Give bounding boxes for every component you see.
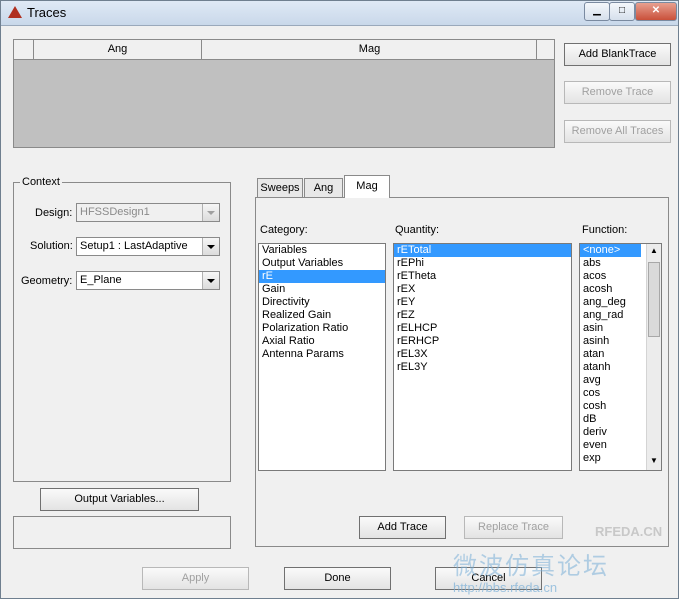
traces-table-header: Ang Mag — [14, 40, 554, 60]
scroll-up-icon[interactable]: ▲ — [647, 246, 661, 258]
function-item[interactable]: asin — [580, 322, 641, 335]
function-item[interactable]: exp — [580, 452, 641, 465]
solution-label: Solution: — [30, 240, 73, 252]
geometry-dropdown[interactable]: E_Plane — [76, 271, 220, 290]
solution-value: Setup1 : LastAdaptive — [80, 240, 188, 252]
category-item[interactable]: rE — [259, 270, 385, 283]
design-dropdown[interactable]: HFSSDesign1 — [76, 203, 220, 222]
quantity-item[interactable]: rEPhi — [394, 257, 571, 270]
watermark-url: http://bbs.rfeda.cn — [453, 580, 558, 595]
function-item[interactable]: ang_rad — [580, 309, 641, 322]
done-button[interactable]: Done — [284, 567, 391, 590]
window-title: Traces — [27, 5, 67, 20]
geometry-label: Geometry: — [21, 275, 73, 287]
quantity-item[interactable]: rETotal — [394, 244, 571, 257]
quantity-item[interactable]: rELHCP — [394, 322, 571, 335]
category-label: Category: — [260, 224, 308, 236]
category-item[interactable]: Axial Ratio — [259, 335, 385, 348]
function-scrollbar[interactable]: ▲ ▼ — [646, 244, 661, 470]
category-item[interactable]: Directivity — [259, 296, 385, 309]
context-group — [13, 182, 231, 482]
tab-sweeps[interactable]: Sweeps — [257, 178, 303, 197]
traces-window: Traces ▁ □ ✕ Ang Mag Add BlankTrace Remo… — [0, 0, 679, 599]
maximize-icon[interactable]: □ — [609, 2, 635, 21]
tab-mag[interactable]: Mag — [344, 175, 390, 198]
category-item[interactable]: Antenna Params — [259, 348, 385, 361]
quantity-item[interactable]: rEY — [394, 296, 571, 309]
function-list[interactable]: <none> abs acos acosh ang_deg ang_rad asin asin… — [579, 243, 662, 471]
column-header-ang[interactable]: Ang — [34, 40, 202, 59]
design-value: HFSSDesign1 — [80, 206, 150, 218]
quantity-list[interactable]: rETotal rEPhi rETheta rEX rEY rEZ rELHCP rERHCP… — [393, 243, 572, 471]
solution-dropdown[interactable]: Setup1 : LastAdaptive — [76, 237, 220, 256]
function-item[interactable]: atan — [580, 348, 641, 361]
tab-ang[interactable]: Ang — [304, 178, 343, 197]
function-item[interactable]: dB — [580, 413, 641, 426]
quantity-item[interactable]: rEL3Y — [394, 361, 571, 374]
function-item[interactable]: avg — [580, 374, 641, 387]
quantity-item[interactable]: rETheta — [394, 270, 571, 283]
category-item[interactable]: Polarization Ratio — [259, 322, 385, 335]
quantity-item[interactable]: rEX — [394, 283, 571, 296]
quantity-item[interactable]: rERHCP — [394, 335, 571, 348]
function-item[interactable]: atanh — [580, 361, 641, 374]
function-item[interactable]: asinh — [580, 335, 641, 348]
quantity-item[interactable]: rEZ — [394, 309, 571, 322]
remove-all-traces-button[interactable]: Remove All Traces — [564, 120, 671, 143]
add-blank-trace-button[interactable]: Add BlankTrace — [564, 43, 671, 66]
function-item[interactable]: abs — [580, 257, 641, 270]
function-item[interactable]: acosh — [580, 283, 641, 296]
close-icon[interactable]: ✕ — [635, 2, 677, 21]
context-title: Context — [20, 176, 62, 188]
scrollbar-thumb[interactable] — [648, 262, 660, 337]
minimize-icon[interactable]: ▁ — [584, 2, 610, 21]
watermark-logo: RFEDA.CN — [595, 524, 663, 539]
function-item[interactable]: deriv — [580, 426, 641, 439]
scroll-down-icon[interactable]: ▼ — [647, 456, 661, 468]
title-bar[interactable]: Traces ▁ □ ✕ — [1, 1, 678, 26]
function-item[interactable]: cos — [580, 387, 641, 400]
geometry-value: E_Plane — [80, 274, 122, 286]
column-header-mag[interactable]: Mag — [203, 40, 537, 59]
app-icon — [8, 6, 22, 18]
quantity-label: Quantity: — [395, 224, 440, 236]
function-item[interactable]: cosh — [580, 400, 641, 413]
replace-trace-button[interactable]: Replace Trace — [464, 516, 563, 539]
watermark-chinese: 微波仿真论坛 — [453, 553, 609, 580]
category-list[interactable]: Variables Output Variables rE Gain Directivi… — [258, 243, 386, 471]
function-item[interactable]: <none> — [580, 244, 641, 257]
add-trace-button[interactable]: Add Trace — [359, 516, 446, 539]
chevron-down-icon — [202, 238, 219, 255]
function-item[interactable]: ang_deg — [580, 296, 641, 309]
chevron-down-icon — [202, 204, 219, 221]
function-item[interactable]: even — [580, 439, 641, 452]
category-item[interactable]: Variables — [259, 244, 385, 257]
remove-trace-button[interactable]: Remove Trace — [564, 81, 671, 104]
traces-table[interactable]: Ang Mag — [13, 39, 555, 148]
category-item[interactable]: Realized Gain — [259, 309, 385, 322]
row-header-corner — [14, 40, 34, 59]
category-item[interactable]: Output Variables — [259, 257, 385, 270]
status-field — [13, 516, 231, 549]
output-variables-button[interactable]: Output Variables... — [40, 488, 199, 511]
category-item[interactable]: Gain — [259, 283, 385, 296]
chevron-down-icon — [202, 272, 219, 289]
design-label: Design: — [35, 207, 73, 219]
apply-button[interactable]: Apply — [142, 567, 249, 590]
function-label: Function: — [582, 224, 628, 236]
function-item[interactable]: acos — [580, 270, 641, 283]
quantity-item[interactable]: rEL3X — [394, 348, 571, 361]
